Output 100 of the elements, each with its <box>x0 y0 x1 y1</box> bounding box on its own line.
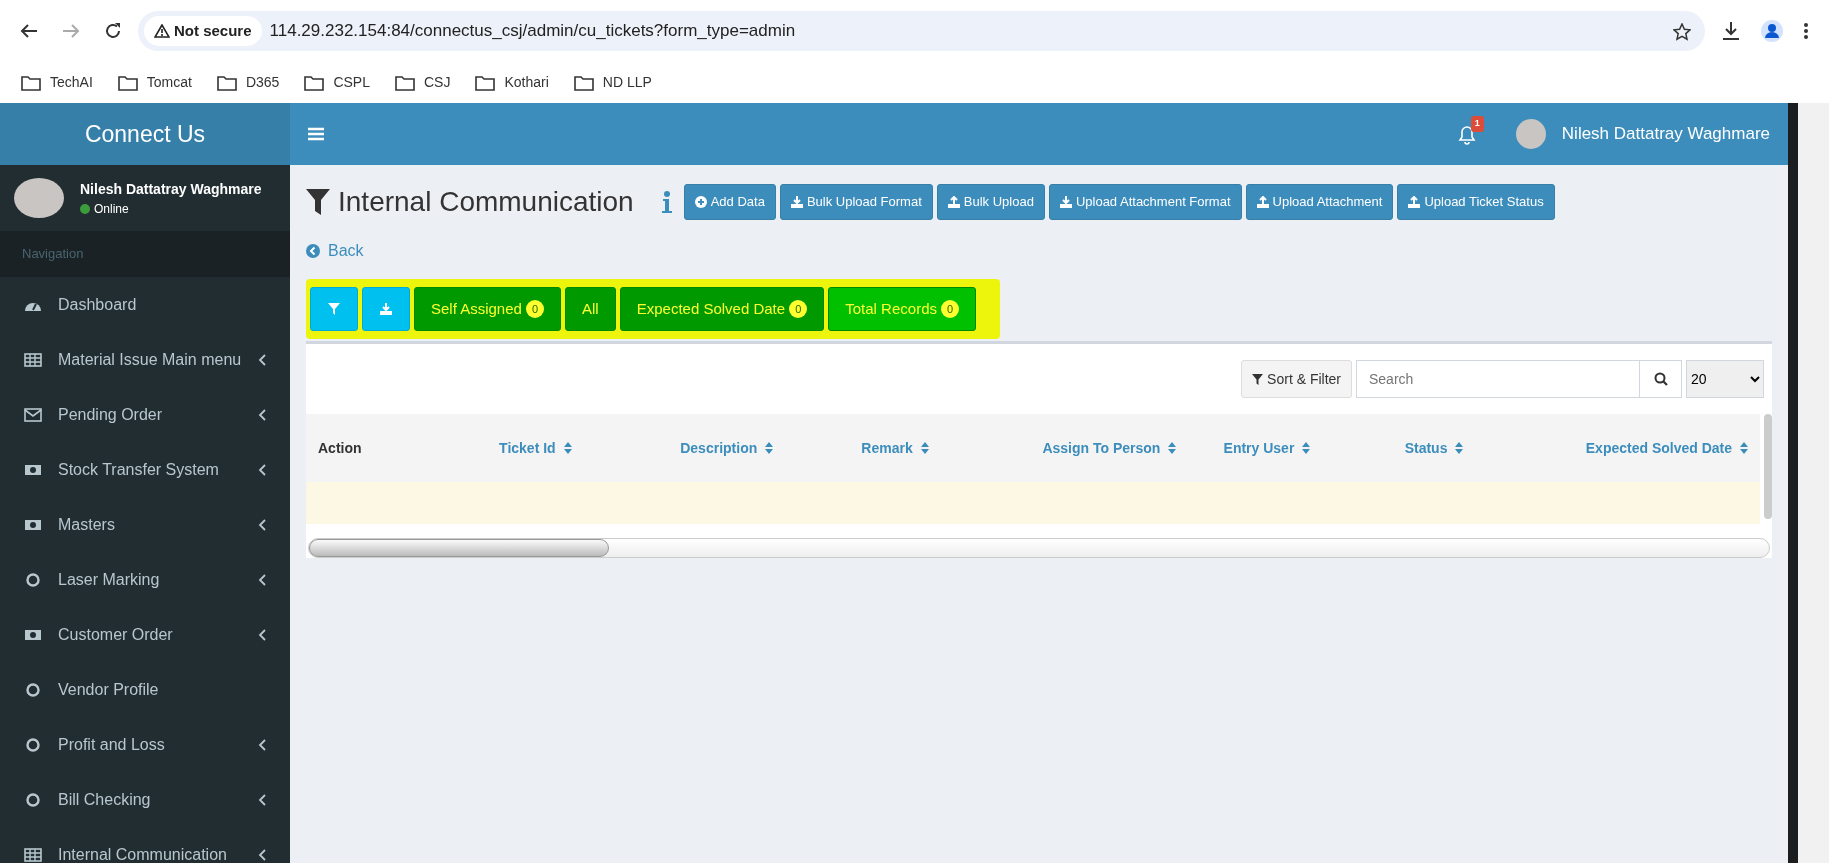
bell-icon[interactable] <box>1457 124 1476 145</box>
circle-icon <box>24 572 42 587</box>
download-icon <box>380 303 392 315</box>
url-text: 114.29.232.154:84/connectus_csj/admin/cu_tickets?form_type=admin <box>269 20 796 43</box>
reload-icon[interactable] <box>104 22 122 40</box>
table-icon <box>24 847 42 862</box>
sort-icon <box>1455 442 1464 454</box>
avatar <box>14 178 64 218</box>
count-badge: 0 <box>941 299 960 319</box>
chevron-icon <box>258 353 266 366</box>
download-icon <box>790 196 803 208</box>
chevron-icon <box>258 408 266 421</box>
chevron-icon <box>258 573 266 586</box>
chevron-icon <box>258 463 266 476</box>
sidebar-item[interactable]: Laser Marking <box>0 552 290 607</box>
star-icon[interactable] <box>1673 22 1691 41</box>
bookmark-folder[interactable]: TechAI <box>20 71 93 93</box>
bookmark-folder[interactable]: Tomcat <box>116 71 192 93</box>
sort-icon <box>1168 442 1177 454</box>
page-title: Internal Communication <box>338 185 634 219</box>
banknote-icon <box>24 517 42 532</box>
circle-icon <box>24 682 42 697</box>
download-icon <box>1059 196 1072 208</box>
info-icon[interactable] <box>661 191 672 213</box>
bookmark-folder[interactable]: CSPL <box>303 71 370 93</box>
sidebar-item[interactable]: Bill Checking <box>0 772 290 827</box>
user-menu[interactable]: Nilesh Dattatray Waghmare <box>1499 119 1770 149</box>
bookmark-folder[interactable]: ND LLP <box>572 71 652 93</box>
address-bar[interactable]: Not secure 114.29.232.154:84/connectus_csj/admin/cu_tickets?form_type=admin <box>138 11 1705 51</box>
filter-tab[interactable]: Total Records 0 <box>828 287 977 331</box>
circle-icon <box>24 792 42 807</box>
warning-icon <box>154 24 170 38</box>
bookmark-folder[interactable]: D365 <box>215 71 280 93</box>
search-button[interactable] <box>1640 360 1682 398</box>
download-icon[interactable] <box>1721 21 1741 41</box>
forward-arrow-icon <box>62 23 80 39</box>
search-icon <box>1653 372 1668 386</box>
upload-icon <box>1256 196 1269 208</box>
sort-icon <box>1740 442 1749 454</box>
nav-header: Navigation <box>0 231 290 277</box>
menu-icon[interactable] <box>308 127 324 141</box>
action-button[interactable]: Bulk Upload Format <box>779 184 933 220</box>
profile-icon[interactable] <box>1761 20 1783 42</box>
back-arrow-icon[interactable] <box>20 23 38 39</box>
avatar <box>1515 119 1546 149</box>
search-field[interactable]: Search <box>1356 360 1640 398</box>
funnel-icon <box>306 189 330 215</box>
plus-circle-icon <box>694 196 707 208</box>
user-name: Nilesh Dattatray Waghmare <box>80 179 262 199</box>
funnel-icon <box>328 303 340 315</box>
action-button[interactable]: Add Data <box>683 184 776 220</box>
bookmark-folder[interactable]: CSJ <box>394 71 451 93</box>
sort-icon <box>920 442 929 454</box>
sidebar-item[interactable]: Pending Order <box>0 387 290 442</box>
sidebar-item[interactable]: Profit and Loss <box>0 717 290 772</box>
brand-logo[interactable]: Connect Us <box>0 103 290 165</box>
chevron-icon <box>258 518 266 531</box>
status-dot-icon <box>80 203 90 214</box>
count-badge: 0 <box>525 299 545 319</box>
page-scrollbar[interactable] <box>1788 103 1829 863</box>
chevron-icon <box>258 793 266 806</box>
status-text: Online <box>94 200 129 218</box>
banknote-icon <box>24 627 42 642</box>
filter-tab[interactable]: Expected Solved Date 0 <box>619 287 825 331</box>
column-header: Action <box>318 438 362 458</box>
filter-tab[interactable]: Self Assigned 0 <box>414 287 562 331</box>
kebab-menu-icon[interactable] <box>1803 22 1809 40</box>
sidebar-item[interactable]: Material Issue Main menu <box>0 332 290 387</box>
upload-icon <box>1408 196 1421 208</box>
sort-icon <box>563 442 572 454</box>
banknote-icon <box>24 462 42 477</box>
sort-icon <box>765 442 774 454</box>
action-button[interactable]: Upload Attachment <box>1245 184 1394 220</box>
sidebar-item[interactable]: Dashboard <box>0 277 290 332</box>
sort-icon <box>1302 442 1311 454</box>
filter-button[interactable] <box>310 287 358 331</box>
sidebar-item[interactable]: Vendor Profile <box>0 662 290 717</box>
download-button[interactable] <box>362 287 410 331</box>
chevron-icon <box>258 848 266 861</box>
chevron-icon <box>258 738 266 751</box>
scrollbar[interactable] <box>1764 414 1772 519</box>
bookmark-folder[interactable]: Kothari <box>474 71 549 93</box>
envelope-icon <box>24 407 42 422</box>
horizontal-scrollbar[interactable] <box>308 538 1770 558</box>
action-button[interactable]: Upload Ticket Status <box>1397 184 1555 220</box>
table-icon <box>24 352 42 367</box>
circle-icon <box>24 737 42 752</box>
count-badge: 0 <box>789 299 808 319</box>
sidebar-item[interactable]: Masters <box>0 497 290 552</box>
sidebar-item[interactable]: Internal Communication <box>0 827 290 863</box>
action-button[interactable]: Upload Attachment Format <box>1048 184 1242 220</box>
chevron-icon <box>258 628 266 641</box>
sidebar-item[interactable]: Stock Transfer System <box>0 442 290 497</box>
sidebar-item[interactable]: Customer Order <box>0 607 290 662</box>
security-chip[interactable]: Not secure <box>144 15 262 47</box>
action-button[interactable]: Bulk Upload <box>936 184 1045 220</box>
back-circle-icon <box>306 244 320 258</box>
funnel-icon <box>1252 373 1264 385</box>
sort-filter-button[interactable]: Sort & Filter <box>1241 360 1352 398</box>
page-size-select[interactable]: 20 <box>1686 360 1764 398</box>
